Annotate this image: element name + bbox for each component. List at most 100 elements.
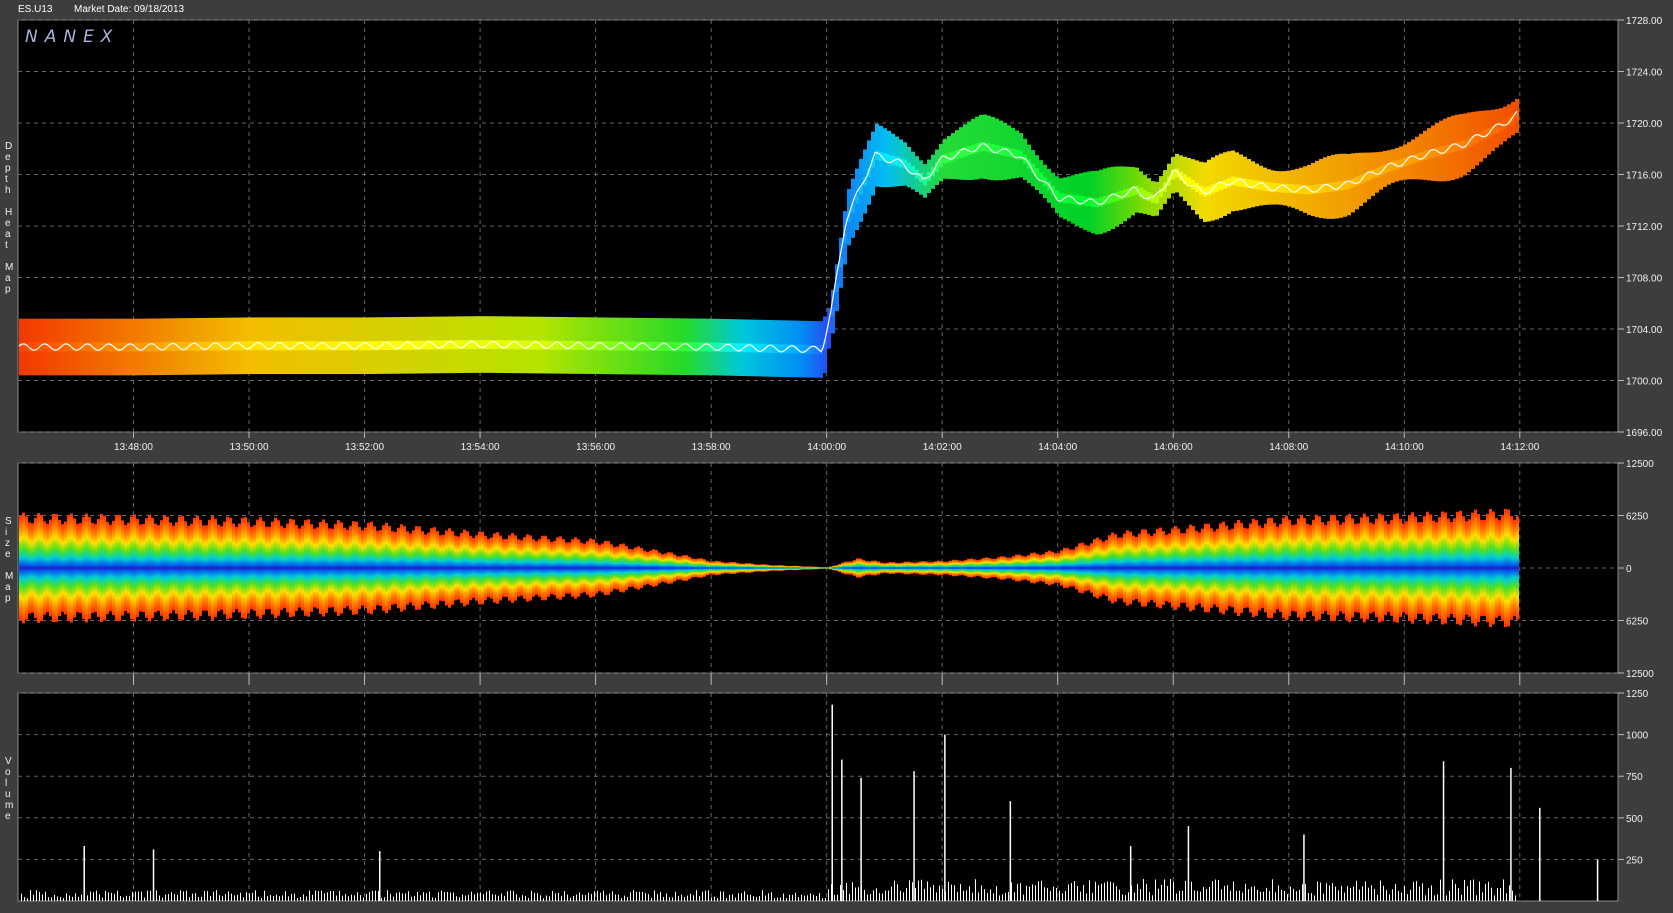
volume-bar [879, 892, 880, 901]
size-column [715, 560, 718, 576]
volume-bar [1038, 881, 1039, 901]
volume-bar [1485, 883, 1486, 901]
volume-bar [45, 891, 46, 901]
size-column [931, 562, 934, 574]
volume-bar [111, 892, 112, 901]
volume-bar [141, 891, 142, 901]
volume-bar [951, 884, 952, 901]
size-column [1381, 514, 1384, 622]
size-column [1312, 519, 1315, 617]
size-column [646, 551, 649, 585]
volume-bar [60, 896, 61, 901]
volume-bar [216, 890, 217, 901]
volume-bar [987, 892, 988, 901]
size-column [673, 554, 676, 582]
size-column [1042, 554, 1045, 582]
size-column [805, 566, 808, 570]
volume-bar [807, 895, 808, 901]
volume-bar [1017, 884, 1018, 901]
volume-bar [162, 897, 163, 901]
size-column [682, 555, 685, 581]
volume-bar [645, 892, 646, 901]
volume-bar [1116, 886, 1117, 901]
size-column [265, 526, 268, 610]
volume-bar [1230, 890, 1231, 901]
volume-bar [1110, 881, 1111, 901]
depth-core [1499, 121, 1503, 131]
size-column [160, 520, 163, 616]
volume-bar [1449, 890, 1450, 901]
size-column [1195, 530, 1198, 606]
volume-bar [90, 891, 91, 901]
size-column [751, 563, 754, 573]
size-column [877, 561, 880, 575]
volume-bar [900, 890, 901, 901]
volume-bar [648, 894, 649, 901]
size-column [943, 561, 946, 575]
size-column [865, 560, 868, 576]
size-column [88, 516, 91, 620]
volume-bar [1389, 894, 1390, 901]
volume-bar [741, 893, 742, 901]
volume-bar [573, 895, 574, 901]
size-column [112, 520, 115, 616]
volume-bar [435, 897, 436, 901]
size-column [598, 544, 601, 592]
volume-bar [1167, 886, 1168, 901]
volume-bar [381, 898, 382, 901]
size-column [1366, 516, 1369, 620]
volume-bar [714, 896, 715, 901]
volume-bar [177, 895, 178, 901]
volume-bar [894, 880, 895, 901]
volume-bar [351, 894, 352, 901]
size-column [793, 565, 796, 571]
volume-bar [66, 893, 67, 901]
size-column [547, 539, 550, 597]
volume-bar [1263, 891, 1264, 901]
size-column [1309, 524, 1312, 612]
volume-bar [915, 887, 916, 901]
volume-bar [846, 882, 847, 901]
size-column [1432, 520, 1435, 616]
volume-bar [909, 880, 910, 901]
volume-bar [1350, 887, 1351, 901]
volume-bar [183, 891, 184, 901]
y-tick-label: 750 [1626, 772, 1643, 783]
size-column [292, 519, 295, 617]
volume-bar [243, 897, 244, 901]
size-column [379, 529, 382, 607]
volume-bar [405, 893, 406, 901]
size-column [94, 524, 97, 612]
size-column [1216, 528, 1219, 608]
volume-bar [825, 897, 826, 901]
size-column [1069, 549, 1072, 587]
size-column [319, 521, 322, 615]
volume-bar [882, 893, 883, 901]
size-column [565, 542, 568, 594]
volume-bar [1113, 882, 1114, 901]
volume-bar [828, 889, 829, 901]
size-column [1258, 525, 1261, 611]
volume-bar [999, 895, 1000, 901]
size-column [955, 559, 958, 577]
volume-bar [762, 890, 763, 901]
volume-bar [1023, 894, 1024, 901]
volume-bar [1332, 883, 1333, 901]
size-column [916, 562, 919, 574]
size-column [1192, 526, 1195, 610]
volume-bar [150, 890, 151, 901]
volume-bar [1329, 885, 1330, 901]
size-column [148, 514, 151, 622]
volume-spike [860, 777, 862, 901]
depth-core [1147, 192, 1151, 202]
size-column [1483, 519, 1486, 617]
chart-canvas: 13:48:00 13:50:00 13:52:00 13:54:00 13:56:00… [5, 16, 1663, 902]
size-column [1315, 514, 1318, 622]
volume-bar [492, 894, 493, 901]
size-column [115, 515, 118, 621]
size-column [34, 517, 37, 619]
size-column [778, 565, 781, 571]
size-column [472, 537, 475, 599]
volume-bar [1395, 883, 1396, 901]
volume-bar [849, 893, 850, 901]
